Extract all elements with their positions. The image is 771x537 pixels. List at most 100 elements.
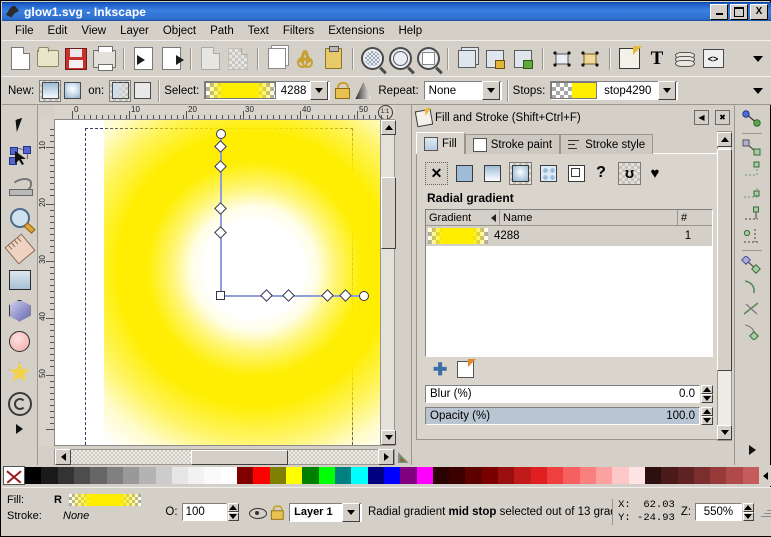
vertical-ruler[interactable]: 10 20 30 40 50 (38, 119, 55, 446)
palette-swatch[interactable] (368, 467, 384, 484)
gradient-list-row[interactable]: 4288 1 (426, 226, 712, 246)
palette-swatch[interactable] (482, 467, 498, 484)
palette-swatch[interactable] (25, 467, 41, 484)
tweak-tool-button[interactable] (5, 171, 35, 202)
resize-grip[interactable] (758, 505, 771, 519)
text-button[interactable]: T (643, 45, 671, 73)
swatch-button[interactable] (565, 162, 588, 185)
snap-nodes-paths-button[interactable] (739, 254, 765, 276)
opacity-input[interactable]: 100 (182, 503, 227, 521)
palette-swatch[interactable] (710, 467, 726, 484)
gradient-on-fill-button[interactable] (109, 80, 131, 102)
dock-scroll-down-button[interactable] (717, 425, 732, 440)
palette-swatch[interactable] (270, 467, 286, 484)
box3d-tool-button[interactable] (5, 295, 35, 326)
close-button[interactable]: X (750, 4, 768, 20)
nonzero-fillrule-button[interactable]: ♥ (646, 162, 664, 185)
print-document-button[interactable] (90, 45, 118, 73)
palette-swatch[interactable] (629, 467, 645, 484)
horizontal-ruler[interactable]: 0 10 20 30 40 (54, 105, 395, 120)
palette-swatch[interactable] (563, 467, 579, 484)
duplicate-button[interactable] (453, 45, 481, 73)
tab-stroke-paint[interactable]: Stroke paint (465, 134, 560, 154)
opacity-spinner[interactable] (228, 503, 239, 521)
blur-spinner[interactable] (701, 385, 713, 403)
snap-bbox-centers-button[interactable] (739, 225, 765, 247)
new-radial-gradient-button[interactable] (61, 80, 83, 102)
ungroup-button[interactable] (509, 45, 537, 73)
snap-path-intersections-button[interactable] (739, 298, 765, 320)
fill-row[interactable]: Fill: R (7, 492, 165, 508)
palette-swatch[interactable] (237, 467, 253, 484)
palette-swatch[interactable] (123, 467, 139, 484)
palette-swatch[interactable] (302, 467, 318, 484)
layer-dropdown[interactable] (342, 503, 360, 522)
group-button[interactable] (481, 45, 509, 73)
dock-scroll-up-button[interactable] (717, 132, 732, 147)
palette-swatch[interactable] (580, 467, 596, 484)
even-odd-fillrule-button[interactable]: ʊ (618, 162, 641, 185)
column-name[interactable]: Name (500, 210, 678, 225)
scroll-left-button[interactable] (55, 449, 71, 465)
palette-colors[interactable] (25, 467, 759, 484)
palette-swatch[interactable] (286, 467, 302, 484)
palette-swatch[interactable] (319, 467, 335, 484)
tab-fill[interactable]: Fill (416, 132, 465, 154)
snap-to-cusp-nodes-button[interactable] (739, 320, 765, 342)
opacity-spinner[interactable] (701, 407, 713, 425)
palette-swatch[interactable] (726, 467, 742, 484)
none-color-swatch[interactable] (3, 466, 25, 485)
palette-swatch[interactable] (645, 467, 661, 484)
commands-overflow-button[interactable] (753, 56, 763, 62)
palette-swatch[interactable] (90, 467, 106, 484)
palette-swatch[interactable] (596, 467, 612, 484)
palette-swatch[interactable] (188, 467, 204, 484)
snapbar-overflow-button[interactable] (739, 439, 765, 461)
tab-stroke-style[interactable]: Stroke style (560, 134, 653, 154)
dock-close-button[interactable]: ✖ (715, 110, 730, 125)
snap-to-paths-button[interactable] (739, 276, 765, 298)
export-button[interactable] (157, 45, 185, 73)
palette-swatch[interactable] (335, 467, 351, 484)
menu-path[interactable]: Path (203, 23, 241, 39)
xml-editor-button[interactable]: <> (699, 45, 727, 73)
flat-color-button[interactable] (453, 162, 476, 185)
dock-vertical-scrollbar[interactable] (717, 131, 732, 441)
column-gradient[interactable]: Gradient (426, 210, 500, 225)
minimize-button[interactable] (710, 4, 728, 20)
gradient-select-combo[interactable]: 4288 (204, 81, 330, 100)
palette-swatch[interactable] (221, 467, 237, 484)
open-document-button[interactable] (34, 45, 62, 73)
snap-bbox-edge-midpoints-button[interactable] (739, 203, 765, 225)
import-button[interactable] (129, 45, 157, 73)
palette-swatch[interactable] (58, 467, 74, 484)
hscroll-track[interactable] (71, 450, 378, 464)
repeat-combo[interactable]: None (424, 81, 502, 100)
palette-swatch[interactable] (694, 467, 710, 484)
node-tool-button[interactable] (5, 140, 35, 171)
menu-filters[interactable]: Filters (276, 23, 321, 39)
repeat-dropdown[interactable] (482, 81, 500, 100)
blur-field[interactable]: Blur (%) 0.0 (425, 385, 700, 403)
palette-swatch[interactable] (107, 467, 123, 484)
enable-snapping-toggle[interactable] (739, 108, 765, 130)
unknown-paint-button[interactable]: ? (593, 162, 609, 185)
menu-edit[interactable]: Edit (41, 23, 75, 39)
palette-scroll-button[interactable] (759, 467, 771, 484)
palette-swatch[interactable] (400, 467, 416, 484)
no-paint-button[interactable]: ✕ (425, 162, 448, 185)
palette-swatch[interactable] (156, 467, 172, 484)
palette-swatch[interactable] (41, 467, 57, 484)
zoom-selection-button[interactable] (358, 45, 386, 73)
gradient-select-dropdown[interactable] (310, 81, 328, 100)
palette-swatch[interactable] (172, 467, 188, 484)
pattern-button[interactable] (537, 162, 560, 185)
stops-combo[interactable]: stop4290 (550, 81, 678, 100)
menu-help[interactable]: Help (391, 23, 429, 39)
vscroll-thumb[interactable] (381, 177, 396, 249)
palette-swatch[interactable] (743, 467, 759, 484)
dock-scroll-thumb[interactable] (717, 149, 732, 371)
measure-tool-button[interactable] (5, 233, 35, 264)
hscroll-thumb[interactable] (191, 450, 288, 465)
palette-swatch[interactable] (678, 467, 694, 484)
